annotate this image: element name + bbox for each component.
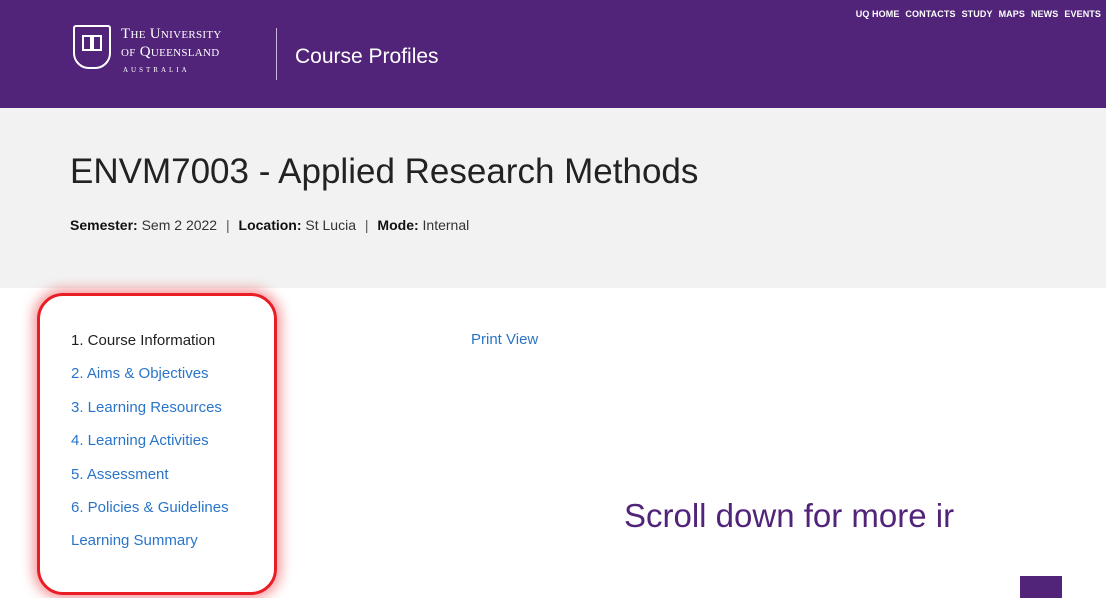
- page-title: ENVM7003 - Applied Research Methods: [70, 152, 699, 191]
- topnav-maps[interactable]: MAPS: [999, 9, 1025, 19]
- location-label: Location:: [238, 217, 302, 233]
- mode-label: Mode:: [377, 217, 419, 233]
- scroll-down-arrow-icon: [1020, 576, 1062, 598]
- location-value: St Lucia: [305, 217, 356, 233]
- topnav-news[interactable]: NEWS: [1031, 9, 1058, 19]
- semester-label: Semester:: [70, 217, 138, 233]
- topnav-study[interactable]: STUDY: [962, 9, 993, 19]
- nav-item-policies-guidelines[interactable]: 6. Policies & Guidelines: [71, 498, 229, 531]
- mode-value: Internal: [422, 217, 470, 233]
- nav-item-assessment[interactable]: 5. Assessment: [71, 465, 229, 498]
- scroll-down-note: Scroll down for more ir: [624, 497, 955, 534]
- uq-crest-icon[interactable]: [73, 25, 111, 69]
- nav-item-aims-objectives[interactable]: 2. Aims & Objectives: [71, 364, 229, 397]
- university-name-line3: AUSTRALIA: [123, 66, 190, 74]
- university-name-line2[interactable]: of Queensland: [121, 44, 220, 61]
- university-name-line1[interactable]: The University: [121, 26, 222, 43]
- course-title-band: ENVM7003 - Applied Research Methods Seme…: [0, 108, 1106, 288]
- nav-item-learning-resources[interactable]: 3. Learning Resources: [71, 398, 229, 431]
- meta-separator: |: [225, 217, 230, 233]
- topnav-contacts[interactable]: CONTACTS: [905, 9, 955, 19]
- nav-item-course-information: 1. Course Information: [71, 332, 216, 349]
- meta-separator: |: [364, 217, 369, 233]
- top-navigation: UQ HOME CONTACTS STUDY MAPS NEWS EVENTS: [856, 9, 1101, 19]
- topnav-events[interactable]: EVENTS: [1064, 9, 1101, 19]
- nav-item-learning-summary[interactable]: Learning Summary: [71, 531, 229, 564]
- header-divider: [276, 28, 277, 80]
- site-header: The University of Queensland AUSTRALIA C…: [0, 0, 1106, 108]
- nav-item-learning-activities[interactable]: 4. Learning Activities: [71, 431, 229, 464]
- topnav-uq-home[interactable]: UQ HOME: [856, 9, 900, 19]
- section-navigation: 1. Course Information 2. Aims & Objectiv…: [71, 331, 229, 565]
- print-view-link[interactable]: Print View: [471, 331, 538, 348]
- site-title[interactable]: Course Profiles: [295, 45, 439, 69]
- course-meta: Semester: Sem 2 2022 | Location: St Luci…: [70, 217, 469, 233]
- semester-value: Sem 2 2022: [141, 217, 218, 233]
